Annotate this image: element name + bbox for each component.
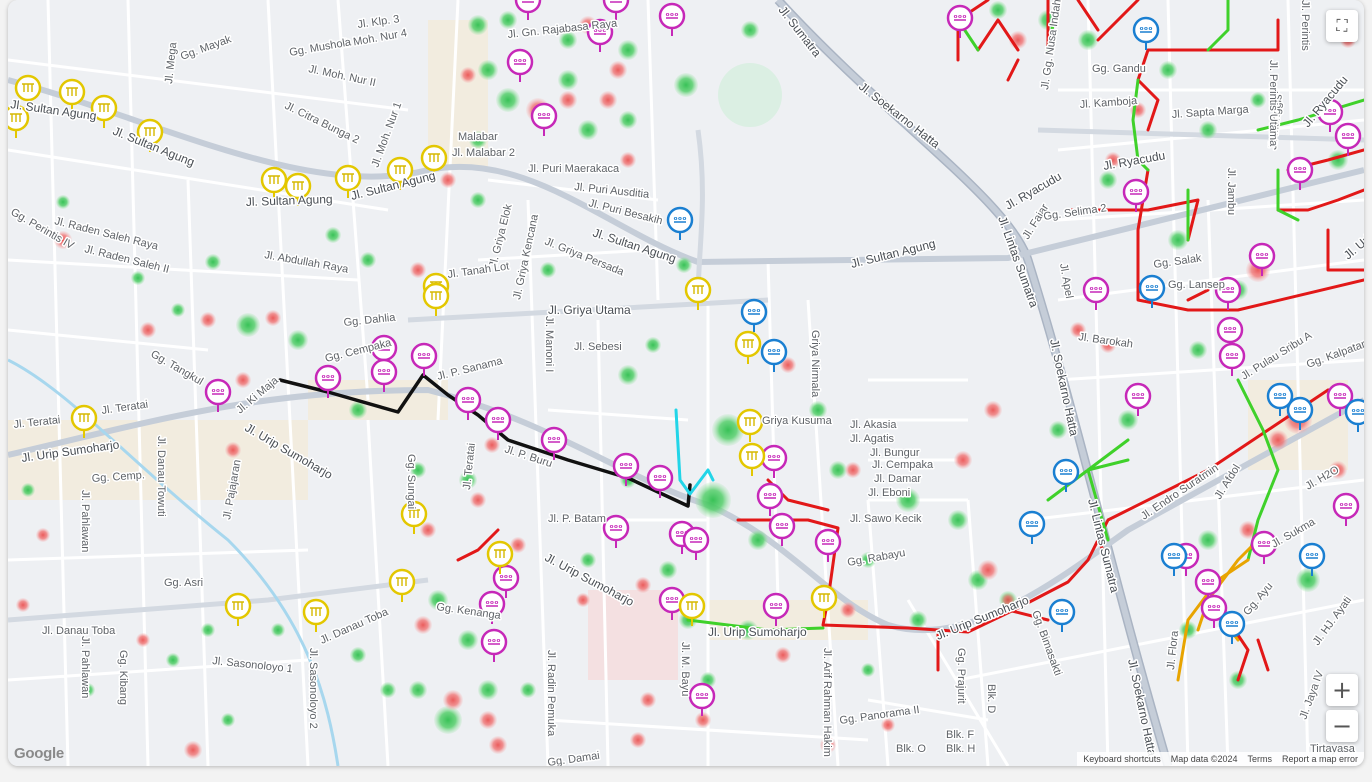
zoom-out-button[interactable]: − (1326, 710, 1358, 742)
label-gg-sungai: Gg. Sungai (405, 454, 417, 509)
terms-link[interactable]: Terms (1247, 754, 1272, 764)
keyboard-shortcuts-link[interactable]: Keyboard shortcuts (1083, 754, 1161, 764)
label-blk-o: Blk. O (896, 743, 926, 755)
label-gg-lansep: Gg. Lansep (1168, 279, 1225, 291)
label-gg-prajurit: Gg. Prajurit (955, 648, 967, 704)
fullscreen-toggle-icon[interactable]: ⛶ (1326, 10, 1358, 42)
map-canvas[interactable]: ᵒᵒᵒ ᵒᵒᵒ (8, 0, 1364, 766)
label-griya-kusuma: Griya Kusuma (762, 415, 833, 427)
label-gg-kibang: Gg. Kibang (117, 650, 129, 705)
label-malabar: Malabar (458, 131, 498, 143)
label-perintis-utama: Jl. Perintis Utama (1267, 60, 1279, 147)
label-pahlawan-2: Jl. Pahlawan (79, 636, 91, 698)
label-cempaka-2: Jl. Cempaka (872, 459, 934, 471)
map-attribution: Keyboard shortcuts Map data ©2024 Terms … (1077, 752, 1364, 766)
label-gg-asri: Gg. Asri (164, 577, 203, 589)
label-pahlawan-1: Jl. Pahlawan (79, 490, 91, 552)
label-perintis: Jl. Perintis (1299, 0, 1311, 51)
label-arif-rahman-hakim: Jl. Arif Rahman Hakim (821, 648, 833, 757)
label-griya-utama: Jl. Griya Utama (548, 303, 631, 317)
report-error-link[interactable]: Report a map error (1282, 754, 1358, 764)
label-blk-h: Blk. H (946, 743, 975, 755)
label-sasonoloyo2: Jl. Sasonoloyo 2 (307, 648, 319, 729)
zoom-in-button[interactable]: + (1326, 674, 1358, 706)
label-manoni: Jl. Manoni I (543, 316, 555, 372)
label-blk-f: Blk. F (946, 729, 974, 741)
google-logo: Google (14, 745, 64, 762)
label-p-batam: Jl. P. Batam (548, 513, 606, 525)
label-eboni: Jl. Eboni (868, 487, 910, 499)
label-blk-d: Blk. D (985, 684, 997, 713)
label-jl-jambu: Jl. Jambu (1225, 168, 1237, 215)
label-jl-m-bayu: Jl. M. Bayu (679, 642, 691, 696)
label-malabar2: Jl. Malabar 2 (452, 147, 515, 159)
label-gg-gandu: Gg. Gandu (1092, 63, 1146, 75)
label-griya-nirmala: Griya Nirmala (809, 330, 821, 398)
label-urip-4: Jl. Urip Sumoharjo (708, 625, 807, 639)
label-damar: Jl. Damar (874, 473, 921, 485)
label-danau-towuti: Jl. Danau Towuti (155, 436, 167, 517)
label-bungur: Jl. Bungur (870, 447, 920, 459)
label-sawo-kecik: Jl. Sawo Kecik (850, 513, 922, 525)
map-data-credit: Map data ©2024 (1170, 754, 1238, 764)
label-puri-maerakaca: Jl. Puri Maerakaca (528, 163, 620, 175)
label-radin-pemuka: Jl. Radin Pemuka (545, 650, 557, 737)
label-agatis: Jl. Agatis (850, 433, 895, 445)
map-frame[interactable]: ᵒᵒᵒ ᵒᵒᵒ (8, 0, 1364, 766)
label-akasia: Jl. Akasia (850, 419, 897, 431)
label-sebesi: Jl. Sebesi (574, 341, 622, 353)
